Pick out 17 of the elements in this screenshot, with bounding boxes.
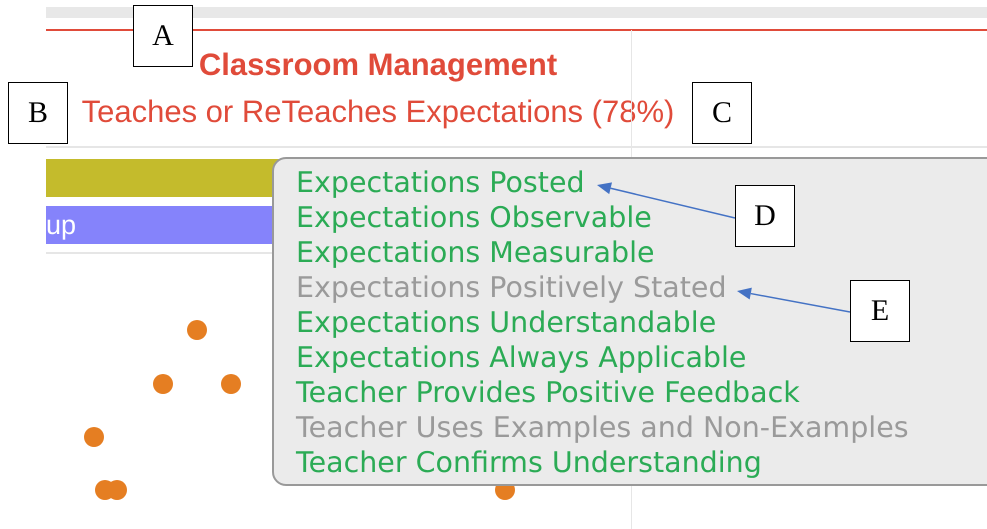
tooltip-item: Expectations Positively Stated [296,270,727,305]
tooltip-item: Expectations Always Applicable [296,340,746,375]
bar-label: up [46,210,76,240]
annotation-label: B [8,82,68,144]
chart-subtitle: Teaches or ReTeaches Expectations (78%) [82,96,674,128]
annotation-label: C [692,82,752,144]
tooltip-item: Expectations Observable [296,200,652,235]
tooltip-item: Expectations Posted [296,165,585,200]
chart-title: Classroom Management [198,49,558,81]
tooltip-item: Teacher Uses Examples and Non-Examples [296,410,909,445]
annotation-label: E [850,280,910,342]
annotation-label: A [133,5,193,67]
tooltip-item: Teacher Confirms Understanding [296,445,762,480]
tooltip-item: Expectations Understandable [296,305,716,340]
annotation-label: D [735,185,795,247]
tooltip-item: Expectations Measurable [296,235,655,270]
tooltip-item: Teacher Provides Positive Feedback [296,375,800,410]
